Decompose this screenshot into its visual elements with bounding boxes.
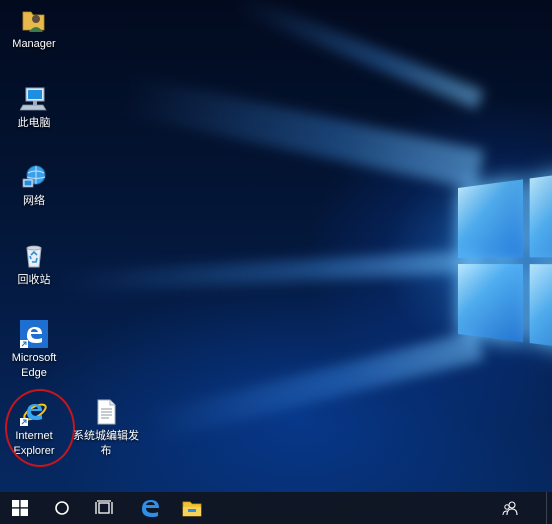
desktop-icon-label: 网络 [23,195,45,207]
taskbar-file-explorer-button[interactable] [172,492,212,524]
recycle-bin-icon [26,245,42,268]
network-icon [22,165,46,188]
computer-icon [20,87,47,111]
desktop-icon-text-file[interactable]: 系统城编辑发 布 [70,398,142,459]
people-button[interactable] [492,492,528,524]
desktop-icon-label-line1: Microsoft [11,352,57,364]
edge-icon [142,500,159,517]
wallpaper-beam [123,75,485,190]
start-icon [12,500,28,516]
user-folder-icon [22,11,45,32]
start-button[interactable] [0,492,40,524]
wallpaper-beam [235,0,484,110]
desktop-icon-label: 回收站 [17,274,51,286]
logo-pane [529,167,552,258]
logo-pane [458,264,523,343]
edge-shortcut-icon [20,320,48,348]
text-document-icon [97,399,116,425]
task-view-button[interactable] [84,492,124,524]
wallpaper-beam [146,330,484,442]
task-view-icon [95,500,113,514]
logo-pane [458,179,523,258]
desktop: Manager 此电脑 网络 回收站 Microsoft Edge Intern… [0,0,552,524]
file-explorer-icon [182,501,202,517]
desktop-icon-this-pc[interactable]: 此电脑 [0,85,68,131]
desktop-icon-microsoft-edge[interactable]: Microsoft Edge [0,320,68,381]
people-icon [502,501,518,516]
desktop-icon-manager[interactable]: Manager [0,6,68,52]
desktop-icon-label: 此电脑 [17,117,51,129]
logo-pane [529,264,552,354]
desktop-icon-recycle-bin[interactable]: 回收站 [0,242,68,288]
taskbar-edge-button[interactable] [130,492,170,524]
cortana-search-icon [55,501,69,515]
desktop-icon-network[interactable]: 网络 [0,163,68,209]
desktop-icon-label-line2: Edge [21,367,47,379]
show-desktop-button[interactable] [546,492,552,524]
red-highlight-circle [5,389,75,467]
taskbar [0,492,552,524]
desktop-icon-label-line1: 系统城编辑发 [73,430,139,442]
wallpaper-windows-logo [458,167,552,359]
desktop-icon-label-line2: 布 [100,445,112,457]
desktop-icon-label: Manager [12,38,56,50]
wallpaper-beam [59,250,481,294]
cortana-search-button[interactable] [42,492,82,524]
